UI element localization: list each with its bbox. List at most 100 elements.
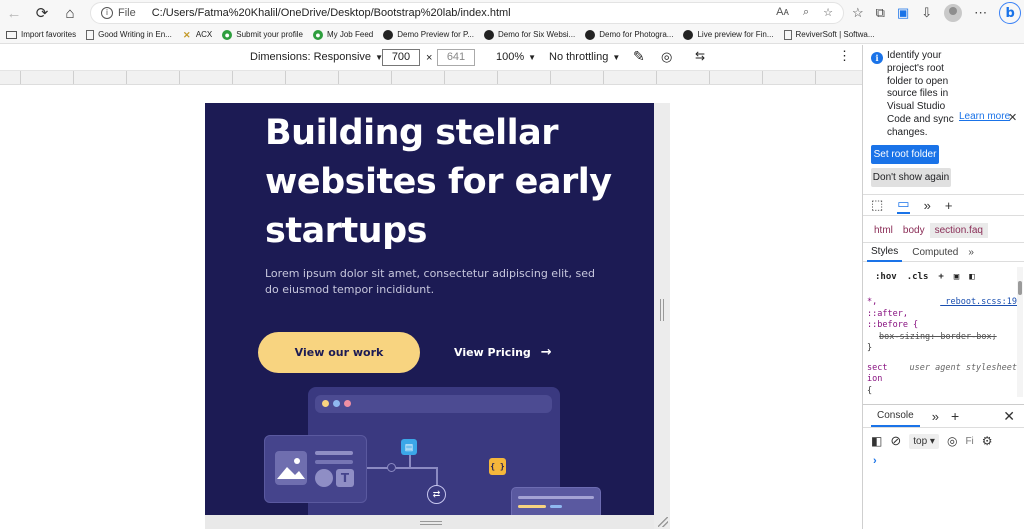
address-bar[interactable]: i File C:/Users/Fatma%20Khalil/OneDrive/… <box>90 2 844 24</box>
workspace-message: Identify your project's root folder to o… <box>887 50 954 138</box>
menu-dots-icon[interactable]: ⋯ <box>974 5 987 21</box>
connector-line <box>396 467 438 469</box>
crumb-body[interactable]: body <box>898 223 930 238</box>
more-style-tabs-icon[interactable]: » <box>968 247 974 258</box>
zoom-select[interactable]: 100% ▼ <box>496 51 536 63</box>
context-select[interactable]: top ▾ <box>909 433 939 449</box>
collections-icon[interactable]: ⧉ <box>876 5 885 21</box>
image-icon <box>275 451 307 485</box>
live-expression-icon[interactable]: ◎ <box>947 434 957 448</box>
context-label: top <box>913 435 928 447</box>
dimensions-select[interactable]: Dimensions: Responsive ▼ <box>250 51 383 63</box>
hero-section: Building stellar websites for early star… <box>205 103 654 529</box>
width-input[interactable]: 700 <box>382 49 420 66</box>
styles-scrollbar[interactable] <box>1017 267 1023 397</box>
view-pricing-link[interactable]: View Pricing → <box>454 332 552 373</box>
css-selector: ::after, <box>867 308 908 319</box>
zoom-label: 100% <box>496 51 525 63</box>
browser-window: ← ⟳ ⌂ i File C:/Users/Fatma%20Khalil/One… <box>0 0 1024 529</box>
fav-label: Submit your profile <box>236 30 303 39</box>
eye-icon[interactable]: ◎ <box>661 49 672 65</box>
throttle-select[interactable]: No throttling ▼ <box>549 51 620 63</box>
zoom-icon[interactable]: ⌕ <box>803 6 809 19</box>
favorite-star-icon[interactable]: ☆ <box>823 6 833 19</box>
media-query-ruler[interactable] <box>0 71 862 85</box>
fav-demo-photo[interactable]: Demo for Photogra... <box>585 29 673 40</box>
fav-good-writing[interactable]: Good Writing in En... <box>86 29 172 40</box>
extension-icon[interactable]: ▣ <box>897 5 909 21</box>
file-icon: ▤ <box>401 439 417 455</box>
fav-demo-preview[interactable]: Demo Preview for P... <box>383 29 474 40</box>
new-rule-icon[interactable]: + <box>938 272 943 282</box>
tab-console[interactable]: Console <box>871 406 920 427</box>
add-drawer-tab-icon[interactable]: + <box>951 408 959 424</box>
favorites-icon[interactable]: ☆ <box>852 5 864 21</box>
paint-icon[interactable]: ▣ <box>954 272 959 282</box>
fav-submit-profile[interactable]: ● Submit your profile <box>222 29 303 40</box>
read-aloud-icon[interactable]: Aᴀ <box>776 6 789 19</box>
console-filter-input[interactable]: Fi <box>965 436 973 447</box>
hov-toggle[interactable]: :hov <box>875 272 897 282</box>
console-prompt[interactable]: › <box>873 455 877 467</box>
inspect-icon[interactable]: ⬚ <box>871 197 883 213</box>
more-drawer-tabs-icon[interactable]: » <box>932 409 939 424</box>
clear-console-icon[interactable]: ⊘ <box>890 433 901 449</box>
bing-icon[interactable]: b <box>999 2 1022 24</box>
fav-label: Good Writing in En... <box>98 30 172 39</box>
sidebar-toggle-icon[interactable]: ◧ <box>871 434 882 448</box>
fav-reviversoft[interactable]: ReviverSoft | Softwa... <box>783 29 875 40</box>
rotate-icon[interactable]: ⇆ <box>695 49 705 63</box>
devtools-panel: i Identify your project's root folder to… <box>862 45 1024 529</box>
tab-computed[interactable]: Computed <box>912 247 958 258</box>
times-sign: × <box>426 52 433 64</box>
more-tabs-icon[interactable]: » <box>924 198 931 213</box>
window-dot <box>322 400 329 407</box>
globe-icon: ● <box>312 29 323 40</box>
crumb-html[interactable]: html <box>869 223 898 238</box>
tab-styles[interactable]: Styles <box>867 243 903 262</box>
url-text[interactable]: C:/Users/Fatma%20Khalil/OneDrive/Desktop… <box>152 7 511 19</box>
home-icon[interactable]: ⌂ <box>56 0 84 26</box>
more-options-icon[interactable]: ⋮ <box>838 48 851 64</box>
fav-job-feed[interactable]: ● My Job Feed <box>312 29 373 40</box>
cls-toggle[interactable]: .cls <box>907 272 929 282</box>
reload-icon[interactable]: ⟳ <box>28 0 56 26</box>
info-icon[interactable]: i <box>101 7 113 19</box>
add-tab-icon[interactable]: + <box>945 198 953 213</box>
back-icon[interactable]: ← <box>0 0 28 26</box>
set-root-folder-button[interactable]: Set root folder <box>871 145 939 164</box>
fav-demo-six[interactable]: Demo for Six Websi... <box>484 29 575 40</box>
eyedropper-icon[interactable]: ✎ <box>633 48 645 65</box>
console-settings-icon[interactable]: ⚙ <box>982 434 993 448</box>
view-our-work-button[interactable]: View our work <box>258 332 420 373</box>
close-drawer-icon[interactable]: ✕ <box>1003 408 1015 425</box>
fav-acx[interactable]: ✕ ACX <box>182 30 212 40</box>
resize-handle-right[interactable] <box>660 299 664 321</box>
height-input[interactable]: 641 <box>437 49 475 66</box>
resize-corner-icon[interactable] <box>658 517 668 527</box>
close-icon[interactable]: ✕ <box>1008 111 1017 124</box>
device-toggle-icon[interactable]: ▭ <box>897 196 910 214</box>
site-icon <box>683 29 694 40</box>
globe-icon: ● <box>222 29 233 40</box>
downloads-icon[interactable]: ⇩ <box>921 5 932 21</box>
connector-line <box>409 455 411 467</box>
acx-icon: ✕ <box>183 29 191 40</box>
crumb-section-faq[interactable]: section.faq <box>929 222 988 238</box>
css-selector: ion <box>867 374 883 384</box>
fav-label: Demo Preview for P... <box>397 30 474 39</box>
illustration-line <box>315 460 353 464</box>
css-property[interactable]: box-sizing: border-box; <box>867 332 1017 344</box>
code-braces-icon: { } <box>489 458 506 475</box>
sidebar-toggle-icon[interactable]: ◧ <box>969 272 974 282</box>
fav-label: ReviverSoft | Softwa... <box>795 30 875 39</box>
learn-more-link[interactable]: Learn more <box>959 111 1010 122</box>
device-toolbar: Dimensions: Responsive ▼ 700 × 641 100% ▼ … <box>0 45 862 71</box>
fav-live-preview[interactable]: Live preview for Fin... <box>683 29 774 40</box>
fav-import[interactable]: Import favorites <box>6 30 76 39</box>
avatar[interactable] <box>944 4 963 22</box>
resize-handle-bottom[interactable] <box>420 521 442 525</box>
dont-show-again-button[interactable]: Don't show again <box>871 168 951 187</box>
styles-rules: *, _reboot.scss:19 ::after, ::before { b… <box>867 297 1017 397</box>
css-source-link[interactable]: _reboot.scss:19 <box>940 297 1017 309</box>
